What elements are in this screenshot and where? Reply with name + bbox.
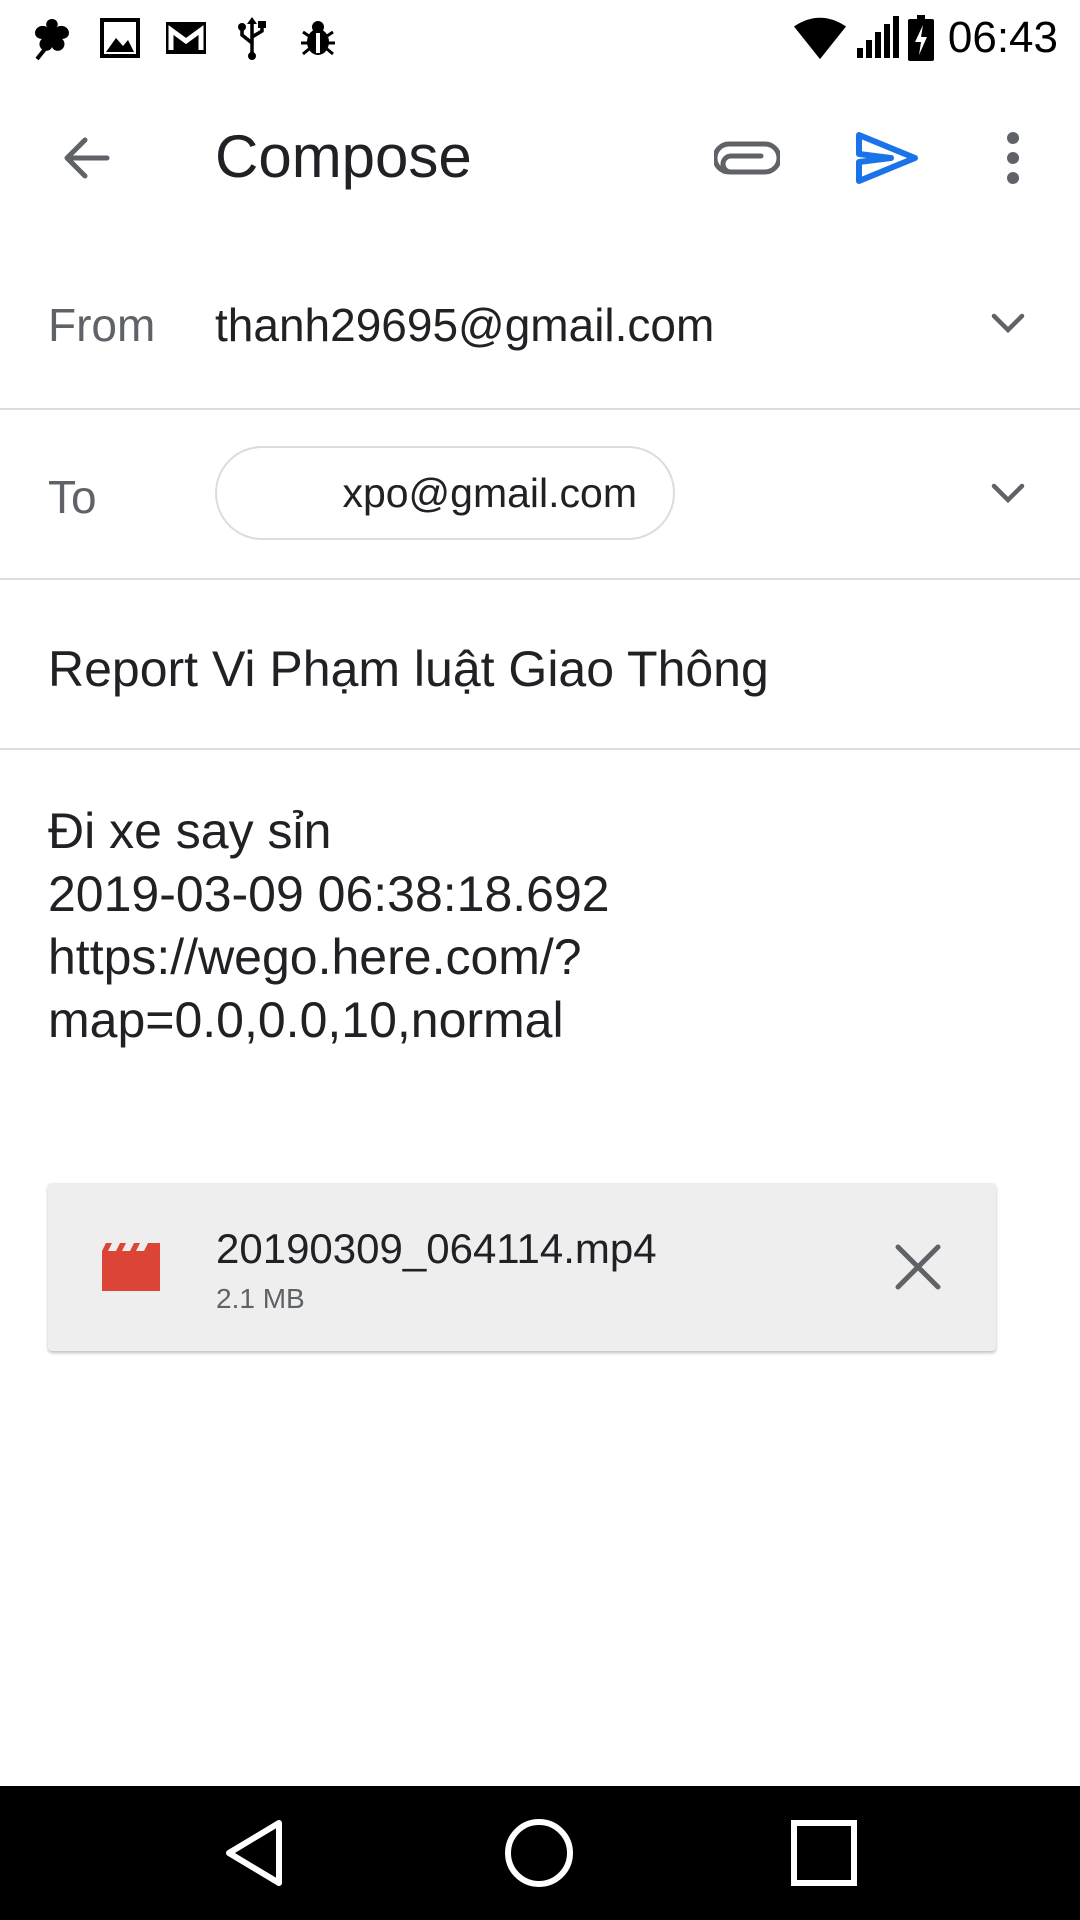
- recipient-email: xpo@gmail.com: [342, 470, 637, 516]
- nav-recents-icon: [791, 1820, 857, 1886]
- body-line: https://wego.here.com/?: [48, 929, 582, 985]
- status-time: 06:43: [947, 13, 1058, 62]
- app-notification-icon: [26, 12, 78, 64]
- more-options-button[interactable]: [990, 117, 1036, 199]
- send-button[interactable]: [846, 117, 928, 199]
- from-account: thanh29695@gmail.com: [215, 299, 715, 351]
- navigation-bar: [0, 1786, 1080, 1920]
- back-button[interactable]: [44, 117, 126, 199]
- debug-icon: [292, 12, 344, 64]
- from-label: From: [48, 299, 156, 351]
- to-label: To: [48, 471, 97, 523]
- chevron-down-icon[interactable]: [988, 304, 1028, 344]
- attachment-card[interactable]: 20190309_064114.mp4 2.1 MB: [48, 1183, 996, 1351]
- usb-icon: [226, 12, 278, 64]
- body-line: map=0.0,0.0,10,normal: [48, 992, 564, 1048]
- more-vert-icon: [1007, 132, 1019, 184]
- subject-row[interactable]: Report Vi Phạm luật Giao Thông: [0, 580, 1080, 750]
- nav-home-button[interactable]: [497, 1811, 581, 1895]
- to-row[interactable]: To xpo@gmail.com: [0, 410, 1080, 580]
- gmail-icon: [160, 12, 212, 64]
- nav-recents-button[interactable]: [782, 1811, 866, 1895]
- nav-home-icon: [505, 1819, 573, 1887]
- battery-charging-icon: [906, 12, 936, 64]
- image-icon: [94, 12, 146, 64]
- page-title: Compose: [215, 123, 472, 190]
- close-icon[interactable]: [892, 1241, 944, 1293]
- status-bar: 06:43: [0, 0, 1080, 75]
- send-icon: [856, 132, 918, 184]
- message-body[interactable]: Đi xe say sỉn 2019-03-09 06:38:18.692 ht…: [48, 800, 610, 1052]
- recipient-chip[interactable]: xpo@gmail.com: [215, 446, 675, 540]
- attachment-filename: 20190309_064114.mp4: [216, 1225, 657, 1272]
- nav-back-icon: [226, 1820, 282, 1886]
- attachment-size: 2.1 MB: [216, 1283, 305, 1314]
- from-row[interactable]: From thanh29695@gmail.com: [0, 240, 1080, 410]
- nav-back-button[interactable]: [212, 1811, 296, 1895]
- attach-icon: [714, 141, 780, 175]
- subject-field[interactable]: Report Vi Phạm luật Giao Thông: [48, 640, 769, 698]
- wifi-icon: [794, 12, 846, 64]
- app-bar: Compose: [0, 75, 1080, 240]
- body-line: Đi xe say sỉn: [48, 803, 332, 859]
- back-arrow-icon: [64, 137, 110, 179]
- video-file-icon: [102, 1243, 160, 1291]
- attach-button[interactable]: [706, 117, 788, 199]
- body-line: 2019-03-09 06:38:18.692: [48, 866, 610, 922]
- signal-icon: [852, 12, 904, 64]
- chevron-down-icon[interactable]: [988, 474, 1028, 514]
